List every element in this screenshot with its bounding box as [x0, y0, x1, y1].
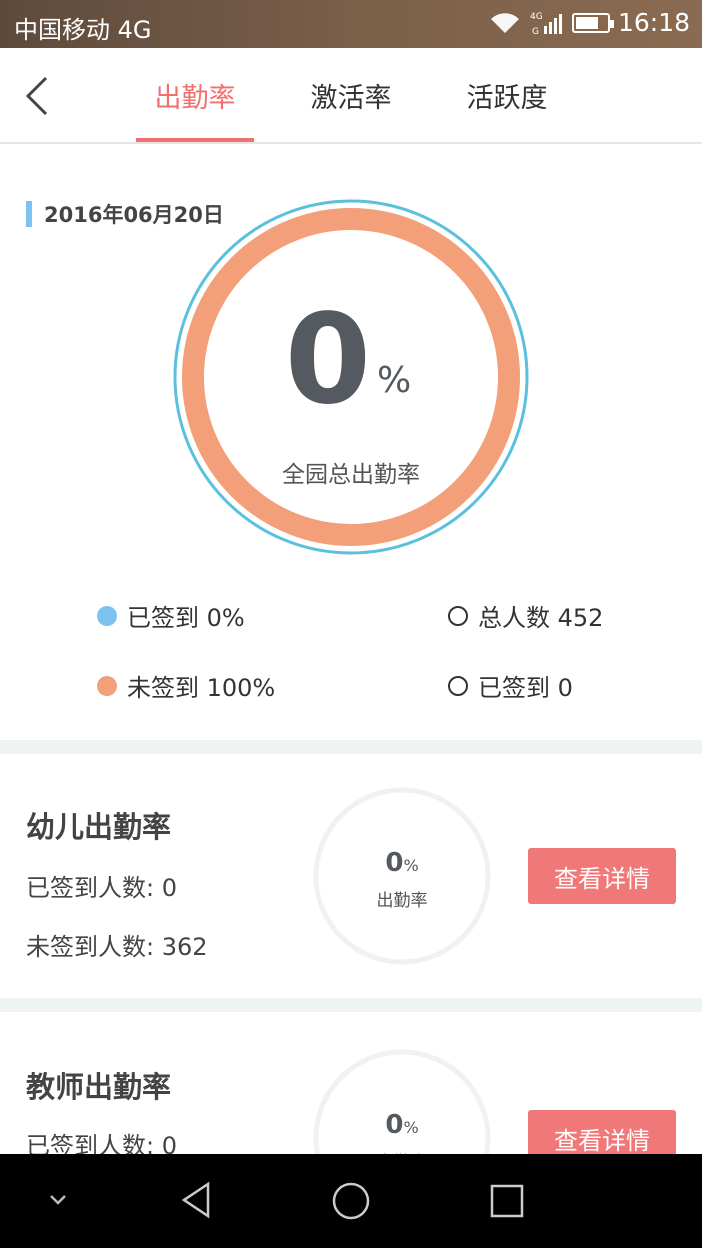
children-rate-label: 出勤率 — [376, 891, 428, 911]
section-divider — [0, 998, 702, 1012]
teachers-rate-unit: % — [403, 1118, 419, 1137]
clock: 16:18 — [617, 8, 690, 37]
children-signed-count: 已签到人数: 0 — [26, 874, 177, 902]
svg-text:4G: 4G — [530, 12, 543, 22]
system-nav-bar — [0, 1154, 702, 1248]
tab-activation[interactable]: 激活率 — [292, 48, 410, 142]
children-unsigned-count: 未签到人数: 362 — [26, 933, 208, 961]
children-rate: 0% — [312, 848, 492, 878]
wifi-icon — [490, 12, 519, 33]
legend-signed-count: 已签到 0 — [448, 668, 573, 703]
blue-dot-icon — [97, 605, 117, 626]
children-details-button[interactable]: 查看详情 — [528, 848, 676, 904]
home-circle-icon[interactable] — [330, 1180, 372, 1222]
teachers-section-title: 教师出勤率 — [26, 1070, 172, 1104]
overall-rate-unit: % — [377, 360, 412, 401]
orange-dot-icon — [97, 675, 117, 696]
hollow-dot-icon — [448, 675, 468, 696]
chevron-left-icon[interactable] — [20, 72, 60, 120]
status-icons: 4G G 16:18 — [488, 8, 690, 37]
legend-total-text: 总人数 452 — [478, 604, 604, 632]
legend-signed-pct-text: 已签到 0% — [127, 604, 245, 632]
children-rate-unit: % — [403, 856, 419, 875]
status-bar: 中国移动 4G 4G G 16:18 — [0, 0, 702, 48]
legend-signed-count-text: 已签到 0 — [478, 674, 573, 702]
hollow-dot-icon — [448, 605, 468, 626]
legend-unsigned-pct-text: 未签到 100% — [127, 674, 276, 702]
legend-unsigned-pct: 未签到 100% — [97, 668, 275, 703]
tab-activity[interactable]: 活跃度 — [448, 48, 566, 142]
overall-rate-value: 0 — [284, 288, 372, 432]
children-section-title: 幼儿出勤率 — [26, 810, 172, 844]
overall-rate: 0% — [172, 298, 530, 422]
chevron-down-icon[interactable] — [46, 1190, 70, 1210]
signal-4g-icon: 4G G — [530, 12, 562, 36]
battery-icon — [571, 12, 614, 33]
overall-rate-label: 全园总出勤率 — [282, 462, 420, 488]
tab-attendance[interactable]: 出勤率 — [136, 48, 254, 142]
children-rate-value: 0 — [385, 848, 404, 878]
teachers-rate: 0% — [312, 1110, 492, 1140]
date-marker — [26, 201, 32, 227]
legend-signed-pct: 已签到 0% — [97, 598, 245, 633]
active-tab-indicator — [136, 138, 254, 142]
section-divider — [0, 740, 702, 754]
back-triangle-icon[interactable] — [176, 1180, 216, 1220]
top-nav: 出勤率 激活率 活跃度 — [0, 48, 702, 144]
recents-square-icon[interactable] — [488, 1182, 526, 1220]
carrier-label: 中国移动 4G — [14, 16, 152, 44]
teachers-rate-value: 0 — [385, 1110, 404, 1140]
legend-total: 总人数 452 — [448, 598, 603, 633]
svg-text:G: G — [532, 27, 539, 36]
